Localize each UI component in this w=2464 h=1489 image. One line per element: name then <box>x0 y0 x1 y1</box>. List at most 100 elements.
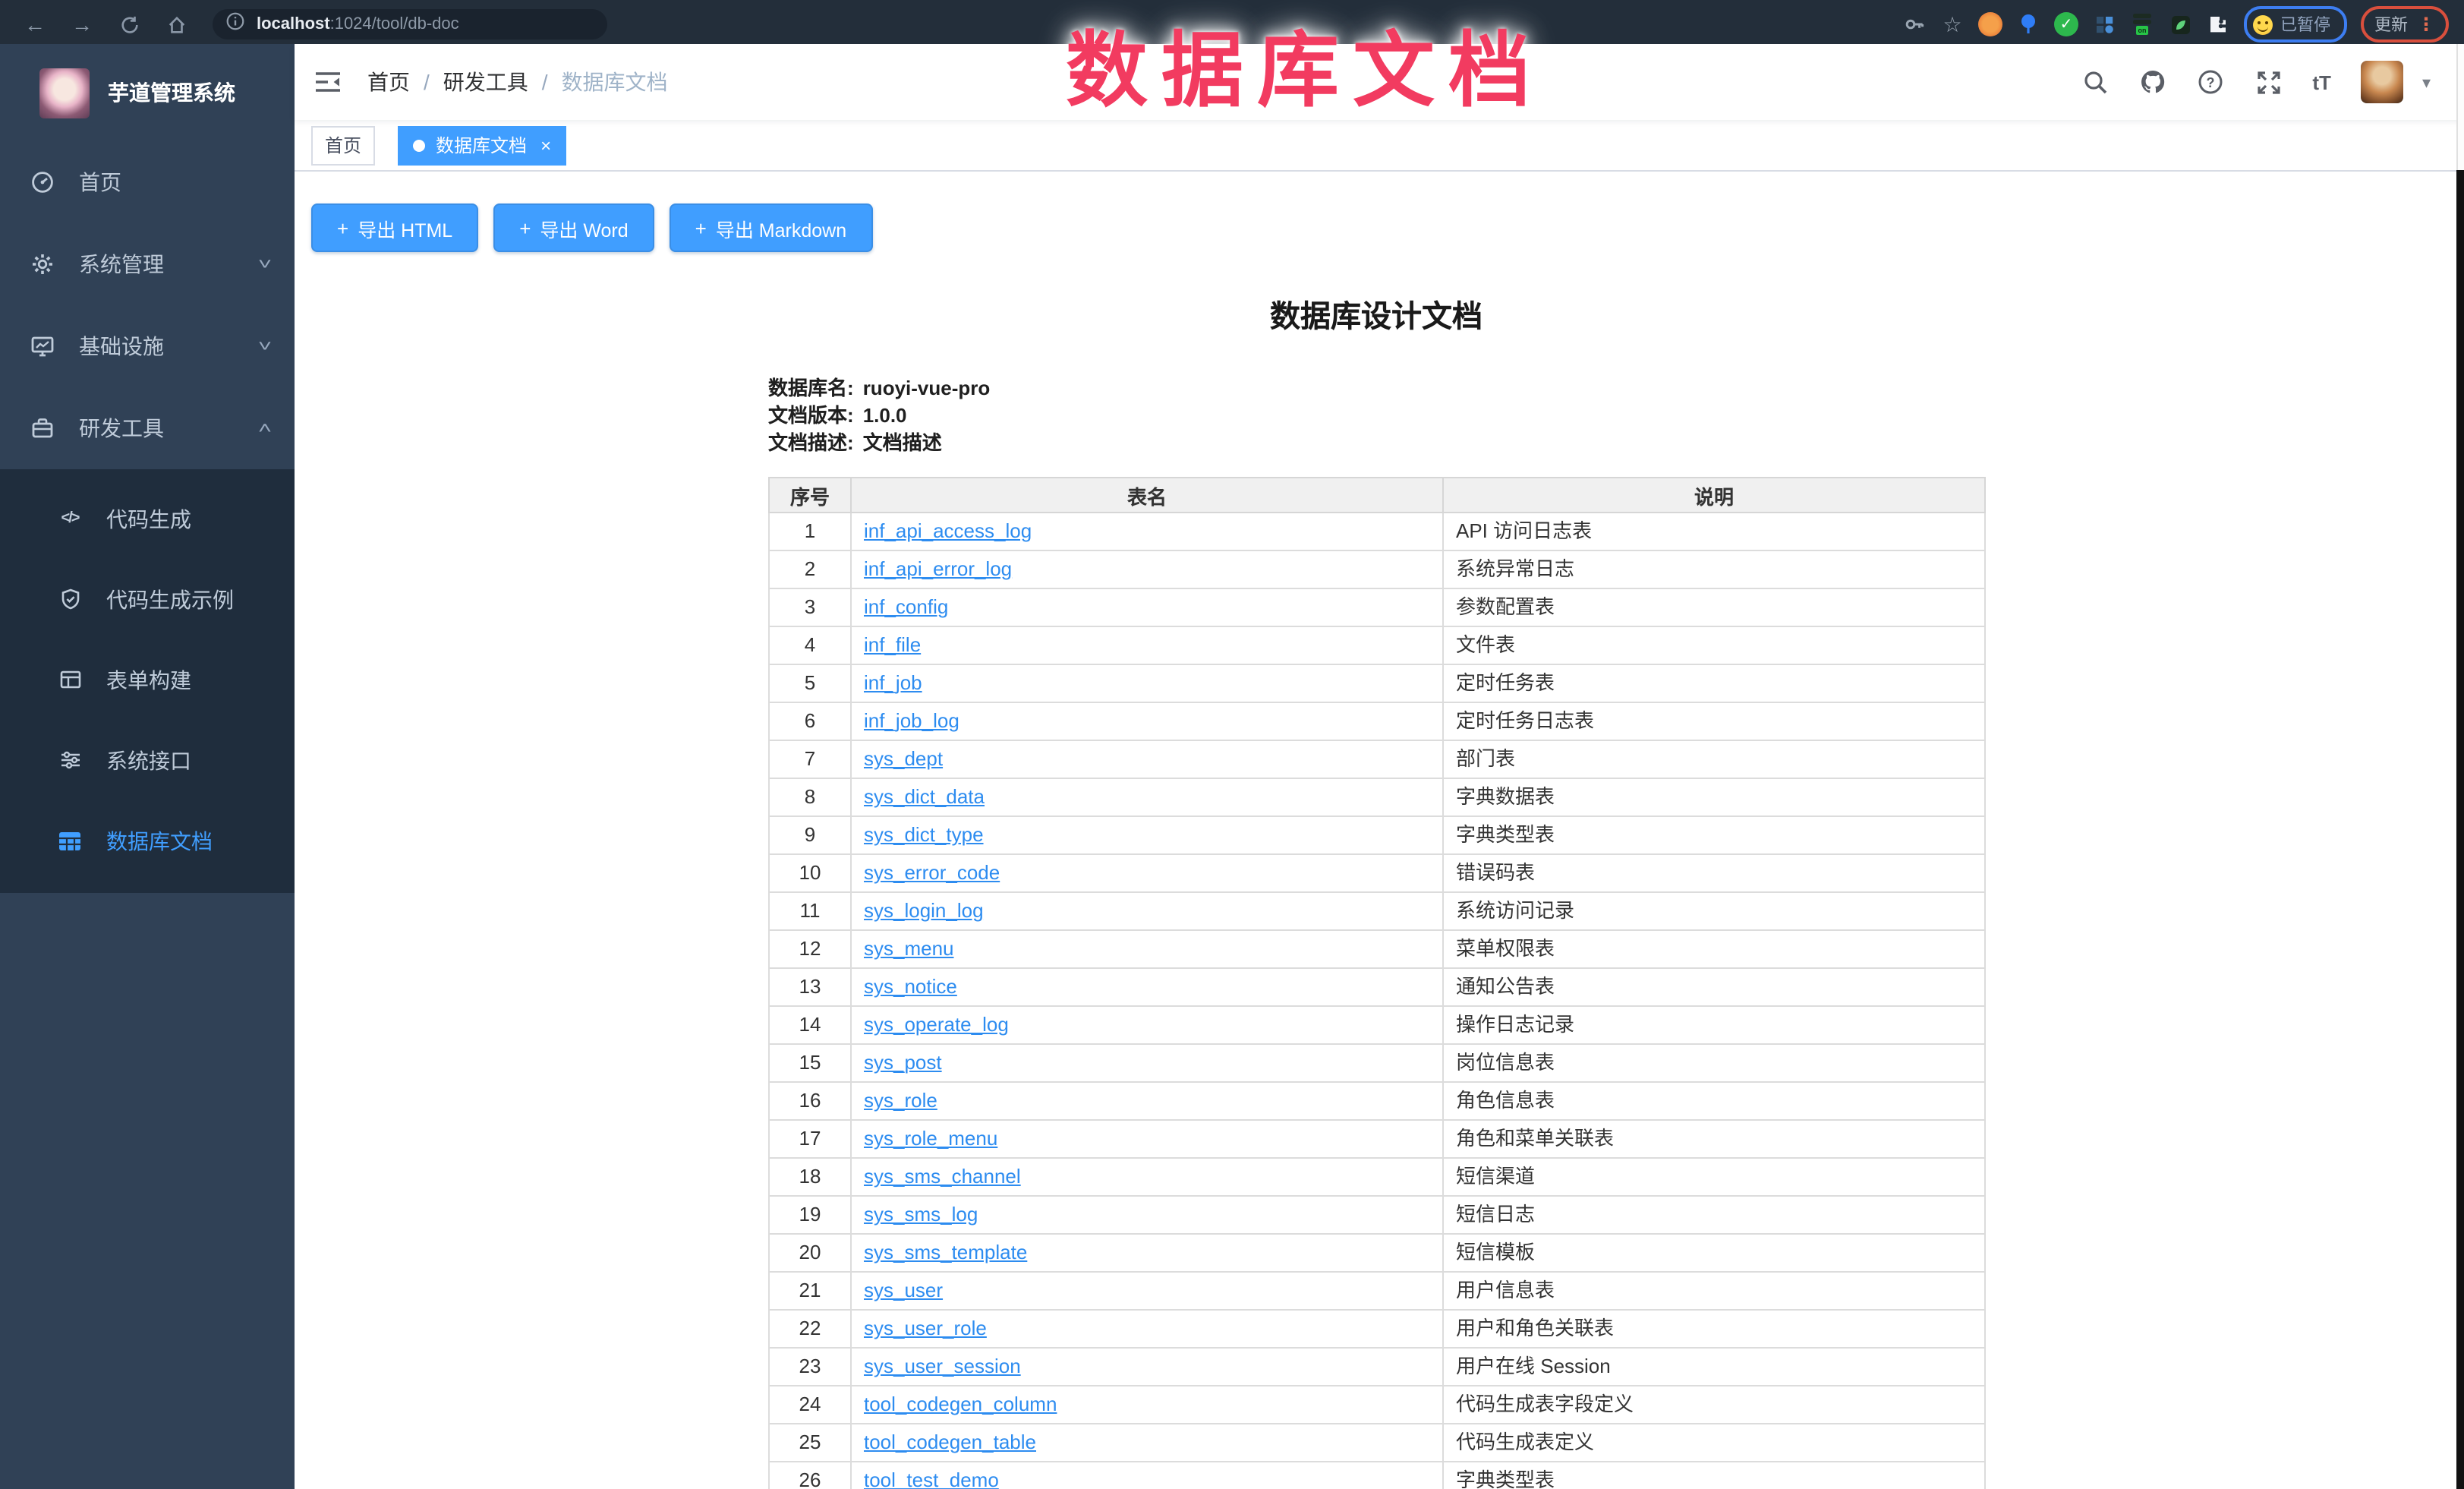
table-name-link[interactable]: tool_codegen_column <box>864 1393 1057 1415</box>
emoji-face-icon <box>2253 14 2273 34</box>
doc-meta: 数据库名:ruoyi-vue-pro 文档版本:1.0.0 文档描述:文档描述 <box>768 375 1984 457</box>
close-icon[interactable]: × <box>540 134 551 156</box>
row-table-name: sys_user_role <box>851 1310 1443 1348</box>
profile-paused-chip[interactable]: 已暂停 <box>2244 6 2347 43</box>
tag-home[interactable]: 首页 <box>311 125 375 165</box>
extension-pin-icon[interactable] <box>2016 12 2040 36</box>
row-no: 5 <box>769 664 851 702</box>
row-table-name: sys_dict_data <box>851 778 1443 816</box>
table-name-link[interactable]: sys_role <box>864 1089 937 1112</box>
sidebar-item-label: 表单构建 <box>106 664 191 695</box>
extension-on-badge-icon[interactable]: on <box>2130 12 2154 36</box>
breadcrumb-home[interactable]: 首页 <box>367 67 410 97</box>
table-name-link[interactable]: sys_user_role <box>864 1317 987 1339</box>
form-icon <box>58 667 82 692</box>
row-table-desc: 系统异常日志 <box>1443 550 1985 588</box>
col-header-name: 表名 <box>851 478 1443 513</box>
bookmark-star-icon[interactable]: ☆ <box>1940 12 1965 36</box>
sidebar-item-db-doc[interactable]: 数据库文档 <box>0 800 295 881</box>
export-markdown-button[interactable]: + 导出 Markdown <box>670 203 872 252</box>
export-html-button[interactable]: + 导出 HTML <box>311 203 478 252</box>
table-row: 19 sys_sms_log 短信日志 <box>769 1196 1985 1234</box>
fullscreen-icon[interactable] <box>2254 68 2282 96</box>
extension-orange-icon[interactable] <box>1978 12 2002 36</box>
table-name-link[interactable]: tool_codegen_table <box>864 1431 1036 1453</box>
sidebar-item-codegen-demo[interactable]: 代码生成示例 <box>0 559 295 639</box>
table-row: 23 sys_user_session 用户在线 Session <box>769 1348 1985 1386</box>
row-table-desc: 字典类型表 <box>1443 816 1985 854</box>
font-size-icon[interactable]: tT <box>2312 71 2331 93</box>
table-row: 22 sys_user_role 用户和角色关联表 <box>769 1310 1985 1348</box>
browser-menu-kebab-icon[interactable]: ⋮ <box>2417 14 2435 35</box>
browser-update-button[interactable]: 更新 ⋮ <box>2361 6 2449 43</box>
table-name-link[interactable]: sys_user_session <box>864 1355 1021 1377</box>
table-name-link[interactable]: tool_test_demo <box>864 1468 999 1489</box>
user-menu-caret-icon[interactable]: ▾ <box>2422 72 2431 92</box>
row-table-desc: 参数配置表 <box>1443 588 1985 626</box>
table-name-link[interactable]: sys_error_code <box>864 861 1000 884</box>
table-row: 9 sys_dict_type 字典类型表 <box>769 816 1985 854</box>
help-icon[interactable]: ? <box>2197 68 2224 96</box>
extension-grid-icon[interactable] <box>2092 12 2116 36</box>
main-panel: 首页 / 研发工具 / 数据库文档 ? <box>295 44 2464 1489</box>
table-row: 5 inf_job 定时任务表 <box>769 664 1985 702</box>
table-name-link[interactable]: sys_dict_data <box>864 785 985 808</box>
browser-reload-icon[interactable] <box>112 9 146 39</box>
table-name-link[interactable]: sys_operate_log <box>864 1013 1009 1036</box>
table-name-link[interactable]: sys_user <box>864 1279 943 1301</box>
sidebar-collapse-icon[interactable] <box>313 67 343 97</box>
table-name-link[interactable]: inf_config <box>864 595 948 618</box>
app-logo-row[interactable]: 芋道管理系统 <box>0 44 295 141</box>
table-name-link[interactable]: sys_dept <box>864 747 943 770</box>
sidebar-item-infra[interactable]: 基础设施 ˅ <box>0 305 295 387</box>
row-table-name: sys_error_code <box>851 854 1443 892</box>
search-icon[interactable] <box>2081 68 2109 96</box>
site-info-icon[interactable] <box>226 11 244 38</box>
table-name-link[interactable]: inf_api_access_log <box>864 519 1032 542</box>
table-name-link[interactable]: sys_sms_channel <box>864 1165 1021 1188</box>
sidebar-item-codegen[interactable]: </> 代码生成 <box>0 478 295 559</box>
user-avatar[interactable] <box>2362 61 2404 103</box>
table-name-link[interactable]: sys_role_menu <box>864 1127 997 1150</box>
sidebar-item-home[interactable]: 首页 <box>0 141 295 223</box>
row-table-name: inf_config <box>851 588 1443 626</box>
extensions-puzzle-icon[interactable] <box>2206 12 2230 36</box>
table-row: 14 sys_operate_log 操作日志记录 <box>769 1006 1985 1044</box>
breadcrumb-devtools[interactable]: 研发工具 <box>443 67 528 97</box>
export-word-button[interactable]: + 导出 Word <box>493 203 654 252</box>
extension-green-check-icon[interactable]: ✓ <box>2054 12 2078 36</box>
extension-leaf-icon[interactable] <box>2168 12 2192 36</box>
row-table-name: sys_sms_channel <box>851 1158 1443 1196</box>
address-bar[interactable]: localhost:1024/tool/db-doc <box>213 9 607 39</box>
sidebar-item-system-api[interactable]: 系统接口 <box>0 720 295 800</box>
table-name-link[interactable]: sys_sms_template <box>864 1241 1027 1263</box>
browser-forward-icon[interactable]: → <box>65 9 99 39</box>
sidebar-item-form-builder[interactable]: 表单构建 <box>0 639 295 720</box>
col-header-no: 序号 <box>769 478 851 513</box>
row-no: 8 <box>769 778 851 816</box>
row-table-desc: 用户信息表 <box>1443 1272 1985 1310</box>
tag-db-doc[interactable]: 数据库文档 × <box>398 125 566 165</box>
table-name-link[interactable]: sys_menu <box>864 937 954 960</box>
sidebar-menu: 首页 系统管理 ˅ 基础设施 ˅ <box>0 141 295 893</box>
table-name-link[interactable]: sys_post <box>864 1051 942 1074</box>
browser-back-icon[interactable]: ← <box>18 9 52 39</box>
table-name-link[interactable]: sys_login_log <box>864 899 984 922</box>
table-name-link[interactable]: inf_api_error_log <box>864 557 1012 580</box>
table-name-link[interactable]: sys_sms_log <box>864 1203 978 1226</box>
row-no: 13 <box>769 968 851 1006</box>
table-name-link[interactable]: sys_dict_type <box>864 823 984 846</box>
sidebar-item-devtools[interactable]: 研发工具 ˄ <box>0 387 295 469</box>
table-name-link[interactable]: sys_notice <box>864 975 957 998</box>
sidebar-item-system[interactable]: 系统管理 ˅ <box>0 223 295 305</box>
row-no: 21 <box>769 1272 851 1310</box>
table-name-link[interactable]: inf_file <box>864 633 921 656</box>
scrollbar-thumb[interactable] <box>2456 170 2464 1489</box>
browser-home-icon[interactable] <box>159 9 193 39</box>
password-key-icon[interactable] <box>1902 12 1927 36</box>
table-name-link[interactable]: inf_job <box>864 671 922 694</box>
scrollbar-track <box>2456 44 2464 170</box>
row-table-desc: 菜单权限表 <box>1443 930 1985 968</box>
github-icon[interactable] <box>2139 68 2166 96</box>
table-name-link[interactable]: inf_job_log <box>864 709 959 732</box>
